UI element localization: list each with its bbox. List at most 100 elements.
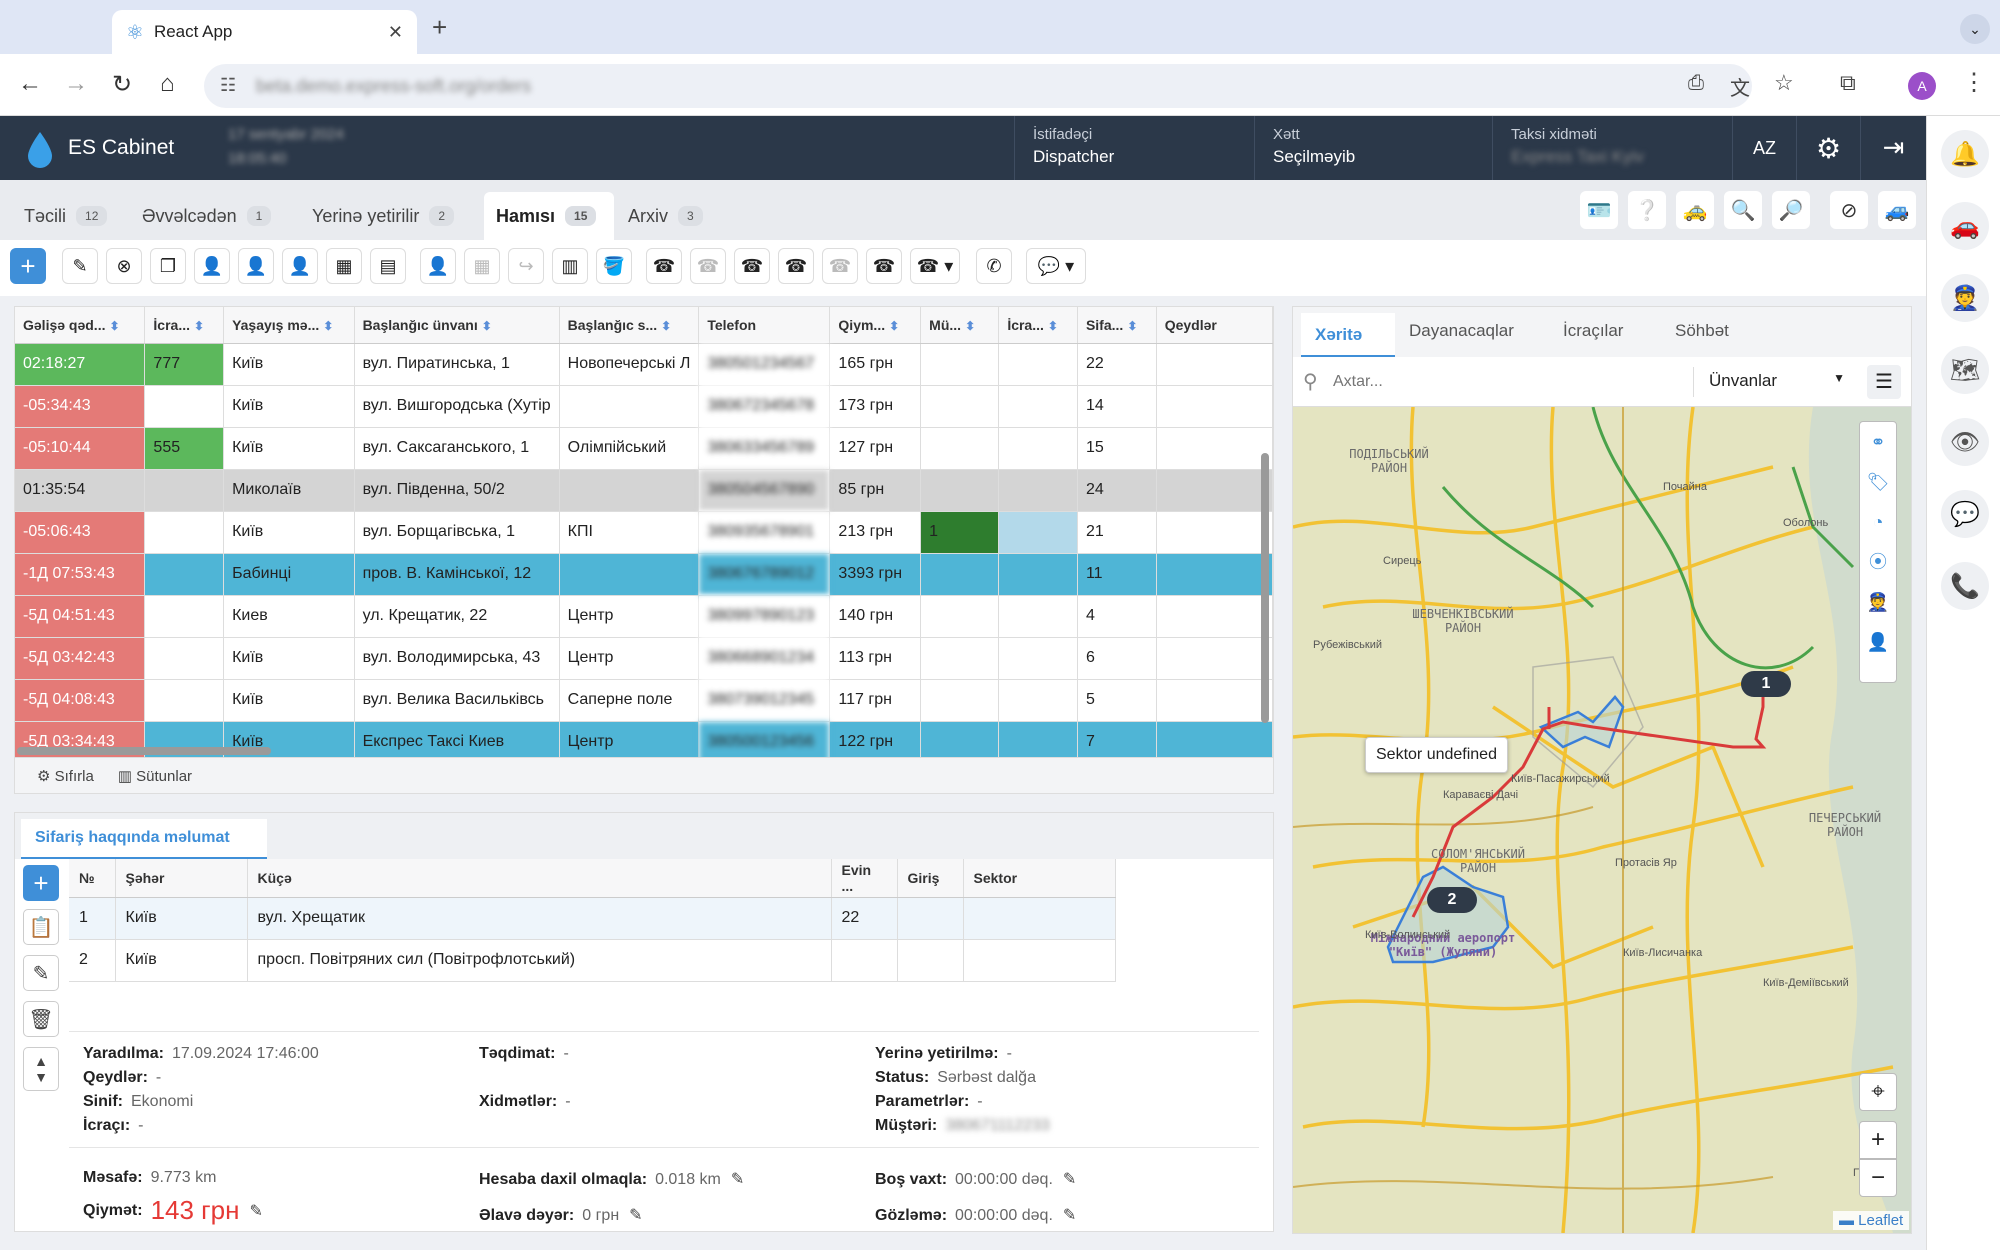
- table-row[interactable]: -5Д 03:42:43 Київ вул. Володимирська, 43 Це…: [15, 637, 1273, 680]
- drivers-card-icon[interactable]: 🪪: [1580, 191, 1618, 229]
- driver-disabled-icon[interactable]: 👤: [420, 248, 456, 284]
- call-client-icon[interactable]: ☎: [734, 248, 770, 284]
- forward-disabled-icon[interactable]: ↪: [508, 248, 544, 284]
- zoom-in-button[interactable]: +: [1859, 1121, 1897, 1159]
- paint-bucket-icon[interactable]: 🪣: [596, 248, 632, 284]
- browser-menu-icon[interactable]: ⋮: [1962, 68, 1986, 97]
- map-icon[interactable]: 🗺: [1941, 346, 1989, 394]
- reorder-arrows-icon[interactable]: ▲ ▼: [23, 1047, 59, 1091]
- tab-stops[interactable]: Dayanacaqlar: [1409, 321, 1514, 341]
- tab-in-progress[interactable]: Yerinə yetirilir 2: [300, 192, 466, 240]
- eye-icon[interactable]: 👁: [1941, 418, 1989, 466]
- table-row[interactable]: 02:18:27 777 Київ вул. Пиратинська, 1 Новопе…: [15, 343, 1273, 386]
- clipboard-icon[interactable]: 📋: [23, 909, 59, 945]
- driver-icon[interactable]: 👮: [1941, 274, 1989, 322]
- search-list-icon[interactable]: 🔎: [1772, 191, 1810, 229]
- table-row[interactable]: -5Д 04:08:43 Київ вул. Велика Васильківсь С…: [15, 679, 1273, 722]
- grid-vertical-scrollbar[interactable]: [1261, 453, 1269, 723]
- line-section[interactable]: Xətt Seçilməyib: [1254, 116, 1492, 180]
- locate-icon[interactable]: ⌖: [1859, 1073, 1897, 1111]
- edit-account-icon[interactable]: ✎: [731, 1171, 744, 1188]
- home-icon[interactable]: ⌂: [160, 70, 175, 98]
- tab-map[interactable]: Xəritə: [1301, 313, 1395, 357]
- route-tool-icon[interactable]: ⚭: [1860, 422, 1896, 462]
- details-tab[interactable]: Sifariş haqqında məlumat: [21, 819, 267, 859]
- col-address-header[interactable]: Başlanğıc ünvanı ⬍: [354, 307, 560, 344]
- reload-icon[interactable]: ↻: [112, 70, 132, 99]
- close-tab-icon[interactable]: ✕: [388, 22, 403, 43]
- map-canvas[interactable]: ПОДІЛЬСЬКИЙ РАЙОН ШЕВЧЕНКІВСЬКИЙ РАЙОН С…: [1293, 407, 1911, 1233]
- logout-icon[interactable]: ⇥: [1860, 116, 1926, 180]
- taxi-section[interactable]: Taksi xidməti Express Taxi Kyiv: [1492, 116, 1732, 180]
- add-address-button[interactable]: +: [23, 865, 59, 901]
- table-row[interactable]: -5Д 04:51:43 Киев ул. Крещатик, 22 Центр 380…: [15, 595, 1273, 638]
- unassign-driver-icon[interactable]: 👤: [238, 248, 274, 284]
- browser-tab[interactable]: ⚛ React App ✕: [112, 10, 417, 54]
- car-icon[interactable]: 🚗: [1941, 202, 1989, 250]
- back-icon[interactable]: ←: [18, 70, 42, 98]
- route-marker-1[interactable]: 1: [1741, 671, 1791, 697]
- address-row[interactable]: 2 Київ просп. Повітряних сил (Повітрофло…: [69, 939, 1116, 982]
- settings-gear-icon[interactable]: ⚙: [1796, 116, 1860, 180]
- profile-avatar[interactable]: A: [1908, 72, 1936, 100]
- address-row[interactable]: 1 Київ вул. Хрещатик 22: [69, 897, 1116, 940]
- driver-car-icon[interactable]: 🚕: [1676, 191, 1714, 229]
- col-sector-header[interactable]: Başlanğıc s... ⬍: [559, 307, 700, 344]
- edit-icon[interactable]: ✎: [62, 248, 98, 284]
- col-city-header[interactable]: Yaşayış mə... ⬍: [223, 307, 355, 344]
- add-order-button[interactable]: +: [10, 248, 46, 284]
- leaflet-attribution[interactable]: ▬ Leaflet: [1833, 1211, 1910, 1230]
- col-client-header[interactable]: Mü... ⬍: [920, 307, 1000, 344]
- delete-address-icon[interactable]: 🗑: [23, 1001, 59, 1037]
- bell-icon[interactable]: 🔔: [1941, 130, 1989, 178]
- table-row[interactable]: -1Д 07:53:43 Бабинці пров. В. Камінської, …: [15, 553, 1273, 596]
- address-select[interactable]: Ünvanlar ▼: [1709, 371, 1845, 391]
- forward-icon[interactable]: →: [64, 70, 88, 98]
- edit-address-icon[interactable]: ✎: [23, 955, 59, 991]
- star-icon[interactable]: ☆: [1774, 70, 1794, 96]
- url-box[interactable]: ☷ beta.demo.express-soft.org/orders: [204, 64, 1752, 108]
- copy-order-icon[interactable]: ❐: [150, 248, 186, 284]
- tab-all[interactable]: Hamısı 15: [484, 192, 614, 240]
- driver-search-icon[interactable]: 🔍: [1724, 191, 1762, 229]
- edit-price-icon[interactable]: ✎: [249, 1201, 262, 1221]
- calculator-alt-icon[interactable]: ▤: [370, 248, 406, 284]
- driver-tool-icon[interactable]: 👮: [1860, 582, 1896, 622]
- reset-button[interactable]: ⚙ Sıfırla: [37, 767, 94, 785]
- tab-menu-icon[interactable]: ⌄: [1960, 14, 1990, 44]
- chat-icon[interactable]: 💬: [1941, 490, 1989, 538]
- col-price-header[interactable]: Qiym... ⬍: [829, 307, 922, 344]
- tab-executors[interactable]: İcraçılar: [1563, 321, 1623, 341]
- col-exec2-header[interactable]: İcra... ⬍: [998, 307, 1078, 344]
- table-row[interactable]: -05:06:43 Київ вул. Борщагівська, 1 КПІ 3809…: [15, 511, 1273, 554]
- pin-tool-icon[interactable]: ⦿: [1860, 542, 1896, 582]
- col-arrival-header[interactable]: Gəlişə qəd... ⬍: [15, 307, 146, 344]
- col-order-header[interactable]: Sifa... ⬍: [1077, 307, 1157, 344]
- grid-disabled-icon[interactable]: ▦: [464, 248, 500, 284]
- call-disabled-2-icon[interactable]: ☎: [822, 248, 858, 284]
- call-disabled-icon[interactable]: ☎: [690, 248, 726, 284]
- tab-urgent[interactable]: Təcili 12: [12, 192, 119, 240]
- tab-chat[interactable]: Söhbət: [1675, 321, 1729, 341]
- map-search-input[interactable]: [1333, 367, 1673, 397]
- phone-icon[interactable]: 📞: [1941, 562, 1989, 610]
- edit-idle-icon[interactable]: ✎: [1063, 1171, 1076, 1188]
- route-marker-2[interactable]: 2: [1427, 887, 1477, 913]
- translate-icon[interactable]: 文: [1730, 72, 1750, 101]
- language-switch[interactable]: AZ: [1732, 116, 1796, 180]
- phone-callback-icon[interactable]: ✆: [976, 248, 1012, 284]
- call-out-icon[interactable]: ☎: [866, 248, 902, 284]
- zoom-out-button[interactable]: −: [1859, 1159, 1897, 1197]
- call-group-dropdown-icon[interactable]: ☎ ▾: [910, 248, 960, 284]
- columns-button[interactable]: ▥ Sütunlar: [118, 767, 192, 785]
- col-phone-header[interactable]: Telefon: [698, 307, 831, 344]
- tab-preliminary[interactable]: Əvvəlcədən 1: [130, 192, 283, 240]
- extensions-icon[interactable]: ⧉: [1840, 70, 1856, 96]
- call-operator-icon[interactable]: ☎: [778, 248, 814, 284]
- sms-dropdown-icon[interactable]: 💬 ▾: [1026, 248, 1086, 284]
- tag-tool-icon[interactable]: 🏷: [1860, 462, 1896, 502]
- person-tool-icon[interactable]: 👤: [1860, 622, 1896, 662]
- site-info-icon[interactable]: ☷: [220, 75, 236, 96]
- assign-driver-icon[interactable]: 👤: [194, 248, 230, 284]
- cancel-order-icon[interactable]: ⊗: [106, 248, 142, 284]
